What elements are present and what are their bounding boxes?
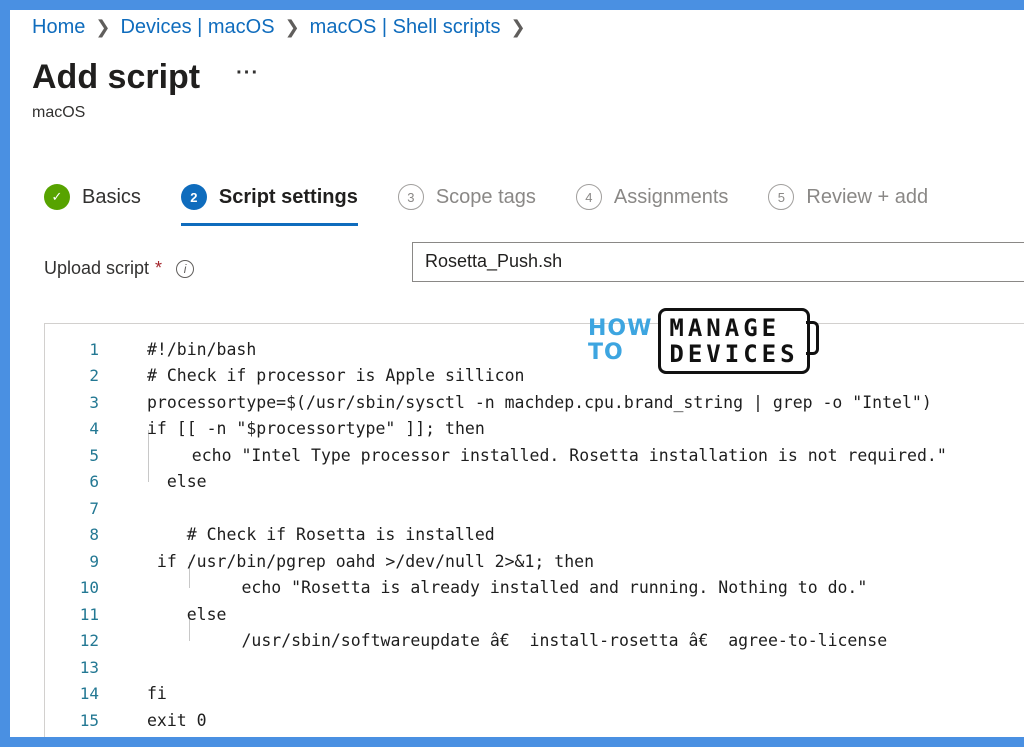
code-line: 8 # Check if Rosetta is installed [45,521,494,547]
code-text: if /usr/bin/pgrep oahd >/dev/null 2>&1; … [147,551,595,571]
wizard-steps: ✓ Basics 2 Script settings 3 Scope tags … [44,180,968,226]
howtomanagedevices-watermark-logo: HOW TO MANAGE DEVICES [588,308,819,374]
code-line: 13 [45,654,99,680]
code-text: exit 0 [147,710,207,730]
line-number: 7 [89,498,99,518]
code-text: #!/bin/bash [147,339,257,359]
step-label: Scope tags [435,185,536,208]
code-text: else [147,471,207,491]
step-label: Review + add [806,185,929,208]
code-text: /usr/sbin/softwareupdate â€ install-rose… [162,630,888,650]
step-label: Basics [82,185,141,208]
line-number: 3 [89,392,99,412]
info-icon[interactable]: i [176,259,195,278]
upload-script-file-field[interactable]: Rosetta_Push.sh [412,242,1024,282]
line-number: 4 [89,418,99,438]
screenshot-frame: Home ❯ Devices | macOS ❯ macOS | Shell s… [0,0,1024,747]
line-number: 12 [79,630,99,650]
code-line: 6 else [45,468,206,494]
page-title-row: Add script ··· [32,58,259,97]
frame-bottom-border [0,737,1024,747]
breadcrumb: Home ❯ Devices | macOS ❯ macOS | Shell s… [32,16,526,39]
line-number: 14 [79,683,99,703]
upload-script-text: Upload script [44,258,150,278]
logo-box: MANAGE DEVICES [658,308,819,374]
step-basics[interactable]: ✓ Basics [44,180,141,214]
line-number: 6 [89,471,99,491]
step-number-badge: 3 [397,184,424,210]
step-number-badge: 5 [768,184,795,210]
line-number: 10 [79,577,99,597]
step-assignments[interactable]: 4 Assignments [575,180,729,214]
chevron-right-icon: ❯ [95,17,111,37]
step-label: Assignments [613,185,729,208]
code-line: 3 processortype=$(/usr/sbin/sysctl -n mac… [45,389,931,415]
more-options-icon[interactable]: ··· [236,62,259,85]
code-text: fi [147,683,167,703]
step-script-settings[interactable]: 2 Script settings [180,180,358,226]
code-text: else [147,604,227,624]
required-asterisk: * [155,258,163,278]
chevron-right-icon: ❯ [284,17,300,37]
code-line: 1 #!/bin/bash [45,336,256,362]
code-text: echo "Intel Type processor installed. Ro… [162,445,947,465]
code-line: 15 exit 0 [45,707,207,733]
code-line: 11 else [45,601,227,627]
logo-how: HOW [588,316,653,341]
step-number-badge: 2 [180,184,207,210]
line-number: 15 [79,710,99,730]
line-number: 11 [79,604,99,624]
line-number: 13 [79,657,99,677]
logo-devices: DEVICES [669,340,799,368]
code-line: 5 echo "Intel Type processor installed. … [45,442,946,468]
checkmark-icon: ✓ [44,184,70,210]
code-line: 10 echo "Rosetta is already installed an… [45,574,868,600]
step-scope-tags[interactable]: 3 Scope tags [397,180,536,214]
breadcrumb-devices-macos[interactable]: Devices | macOS [120,16,274,39]
logo-how-to: HOW TO [588,317,652,365]
line-number: 5 [89,445,99,465]
code-line: 4 if [[ -n "$processortype" ]]; then [45,415,484,441]
code-line: 7 [45,495,99,521]
code-line: 2 # Check if processor is Apple sillicon [45,362,524,388]
step-review-add[interactable]: 5 Review + add [768,180,928,214]
code-text: echo "Rosetta is already installed and r… [162,577,868,597]
chevron-right-icon: ❯ [510,17,526,37]
code-text: # Check if processor is Apple sillicon [147,365,525,385]
script-editor[interactable]: 1 #!/bin/bash 2 # Check if processor is Ap… [44,323,1024,737]
line-number: 2 [89,365,99,385]
breadcrumb-macos-shell-scripts[interactable]: macOS | Shell scripts [310,16,501,39]
code-text: if [[ -n "$processortype" ]]; then [147,418,485,438]
step-label: Script settings [218,185,358,208]
code-text: processortype=$(/usr/sbin/sysctl -n mach… [147,392,932,412]
line-number: 8 [89,524,99,544]
logo-manage: MANAGE [669,314,781,342]
breadcrumb-home[interactable]: Home [32,16,85,39]
logo-to: TO [588,340,624,365]
code-text: # Check if Rosetta is installed [147,524,495,544]
line-number: 1 [89,339,99,359]
page-subtitle: macOS [32,104,86,121]
line-number: 9 [89,551,99,571]
step-number-badge: 4 [575,184,602,210]
page-title: Add script [32,58,201,96]
code-line: 12 /usr/sbin/softwareupdate â€ install-r… [45,627,887,653]
code-line: 14 fi [45,680,167,706]
upload-script-label: Upload script * i [44,258,195,279]
code-line: 9 if /usr/bin/pgrep oahd >/dev/null 2>&1… [45,548,594,574]
